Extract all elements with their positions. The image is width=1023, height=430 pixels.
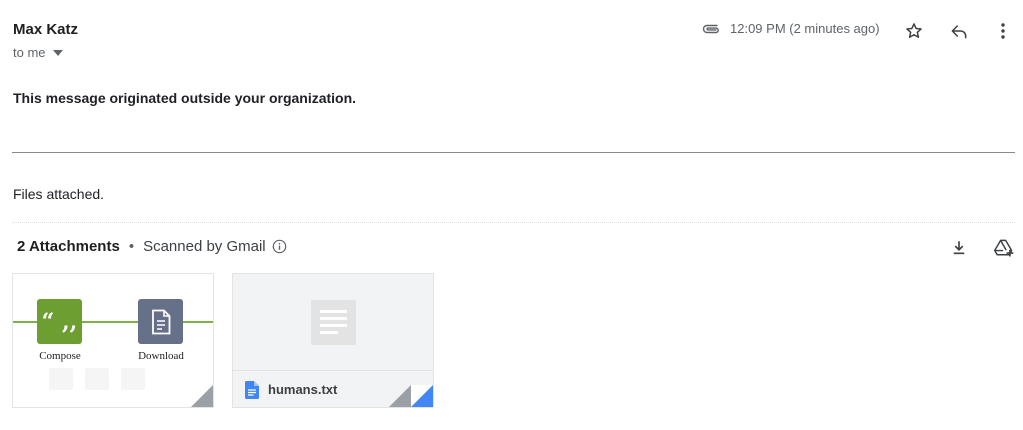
attachment-card-1[interactable]: “ ,, Compose Download xyxy=(12,273,214,408)
download-tile xyxy=(138,299,183,344)
download-all-button[interactable] xyxy=(945,234,973,262)
recipient-label: to me xyxy=(13,45,46,60)
caret-down-icon xyxy=(52,49,63,56)
recipient-toggle[interactable]: to me xyxy=(13,45,63,60)
preview-placeholder xyxy=(121,368,145,390)
attachment-card-2[interactable]: humans.txt xyxy=(232,273,434,408)
download-icon xyxy=(950,239,968,257)
reply-button[interactable] xyxy=(945,17,973,45)
star-icon xyxy=(904,21,924,41)
paperclip-icon xyxy=(702,23,722,35)
reply-icon xyxy=(949,21,969,41)
bullet-separator: • xyxy=(128,238,135,255)
star-button[interactable] xyxy=(900,17,928,45)
more-vert-icon xyxy=(1000,22,1006,40)
message-time: 12:09 PM (2 minutes ago) xyxy=(730,21,880,36)
scanned-label: Scanned by Gmail xyxy=(143,238,266,255)
external-sender-warning: This message originated outside your org… xyxy=(13,90,357,106)
message-body: Files attached. xyxy=(13,186,105,202)
file-preview xyxy=(233,274,433,369)
info-icon[interactable] xyxy=(272,239,287,254)
preview-placeholder xyxy=(49,368,73,390)
preview-placeholder xyxy=(85,368,109,390)
add-to-drive-button[interactable] xyxy=(990,234,1018,262)
text-file-preview-icon xyxy=(311,300,356,345)
attachments-count: 2 Attachments xyxy=(17,238,120,255)
drive-add-icon xyxy=(993,238,1015,258)
compose-tile: “ ,, xyxy=(37,299,82,344)
page-fold-grey xyxy=(389,385,411,407)
message-meta: 12:09 PM (2 minutes ago) xyxy=(702,21,880,36)
download-label: Download xyxy=(138,350,184,362)
attachment-filename: humans.txt xyxy=(268,382,338,397)
quote-icon: “ ,, xyxy=(41,308,78,335)
compose-label: Compose xyxy=(39,350,81,362)
google-docs-icon xyxy=(245,380,259,399)
more-options-button[interactable] xyxy=(989,17,1017,45)
divider xyxy=(12,152,1015,153)
page-fold-shadow xyxy=(191,385,213,407)
document-icon xyxy=(150,309,172,335)
attachments-header: 2 Attachments • Scanned by Gmail xyxy=(17,238,287,255)
page-fold-shadow xyxy=(411,385,433,407)
attachments-divider xyxy=(12,222,1015,223)
sender-name[interactable]: Max Katz xyxy=(13,21,78,38)
